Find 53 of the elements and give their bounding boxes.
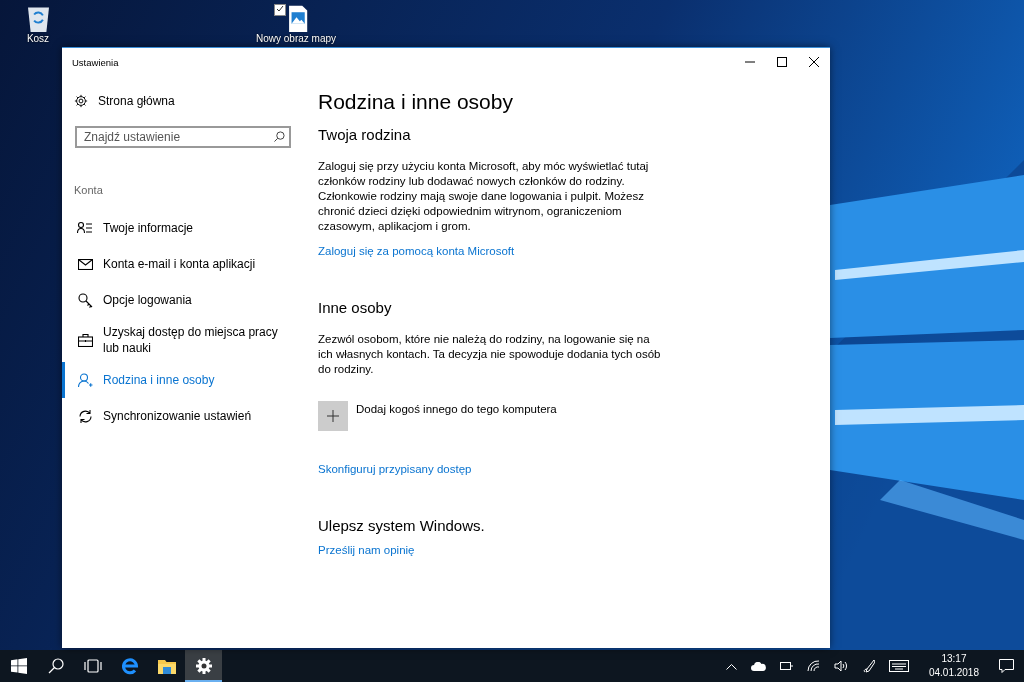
cloud-icon[interactable]	[750, 661, 766, 671]
person-card-icon	[77, 221, 93, 235]
section-heading: Ulepsz system Windows.	[318, 517, 486, 534]
checkmark-icon	[276, 5, 284, 13]
pen-icon[interactable]	[862, 659, 875, 673]
link[interactable]: Skonfiguruj przypisany dostęp	[318, 463, 472, 475]
maximize-icon	[777, 57, 787, 67]
window-title: Ustawienia	[72, 56, 120, 68]
battery-icon[interactable]	[779, 662, 793, 670]
chevron-up-icon[interactable]	[725, 662, 737, 670]
section-heading: Twoja rodzina	[318, 126, 412, 143]
volume-icon[interactable]	[833, 660, 849, 672]
icon-label: Nowy obraz mapy	[256, 33, 336, 44]
wifi-icon[interactable]	[806, 660, 820, 672]
nav-item[interactable]: Synchronizowanie ustawień	[62, 398, 302, 435]
taskbar-button[interactable]	[185, 650, 222, 682]
person-add-icon	[77, 372, 93, 388]
close-icon	[809, 57, 819, 67]
notifications-icon[interactable]	[999, 659, 1014, 673]
section-label: Konta	[74, 184, 104, 196]
nav-item[interactable]: Opcje logowania	[62, 282, 302, 318]
nav-item[interactable]: Uzyskaj dostęp do miejsca pracy lub nauki	[62, 318, 302, 363]
add-label[interactable]: Dodaj kogoś innego do tego komputera	[356, 403, 557, 415]
time-text: 13:17	[941, 652, 967, 666]
clock[interactable]: 13:17 04.01.2018	[922, 652, 985, 680]
page-title: Rodzina i inne osoby	[318, 90, 514, 114]
folder-icon	[157, 658, 176, 674]
link[interactable]: Prześlij nam opinię	[318, 544, 415, 556]
settings-icon	[195, 658, 212, 674]
nav-item[interactable]: Konta e-mail i konta aplikacji	[62, 246, 302, 282]
task-view-icon	[83, 659, 102, 673]
sync-icon	[77, 408, 93, 424]
windows-logo-icon	[10, 658, 27, 674]
nav-item[interactable]: Twoje informacje	[62, 210, 302, 246]
briefcase-icon	[77, 333, 93, 347]
description-text: Zaloguj się przy użyciu konta Microsoft, aby móc wyświetlać tutaj członków rodziny lub dodawać nowych członków do rodziny. Członkowie rodziny mają swoje dane logowania i pulpit. Możesz chronić dzieci dzięki odpowiednim witrynom, ograniczeniom czasowym, aplikacjom i grom.	[318, 159, 650, 234]
key-icon	[77, 292, 93, 308]
gear-icon	[74, 94, 88, 108]
date-text: 04.01.2018	[928, 666, 979, 680]
mail-icon	[77, 258, 93, 270]
plus-icon	[327, 410, 339, 422]
icon-label: Kosz	[26, 33, 50, 44]
link[interactable]: Zaloguj się za pomocą konta Microsoft	[318, 245, 515, 257]
browser-e-icon	[120, 657, 139, 675]
keyboard-icon[interactable]	[888, 660, 909, 672]
search-field[interactable]: Znajdź ustawienie	[75, 126, 291, 148]
nav-item[interactable]: Rodzina i inne osoby	[62, 362, 302, 399]
section-heading: Inne osoby	[318, 299, 393, 316]
home-button[interactable]: Strona główna	[62, 88, 187, 114]
search-icon	[274, 131, 285, 142]
search-icon	[47, 658, 64, 674]
description-text: Zezwól osobom, które nie należą do rodziny, na logowanie się na ich własnych kontach. Ta decyzja nie spowoduje dodania tych osób do rodziny.	[318, 332, 662, 377]
checkbox[interactable]	[274, 4, 286, 16]
